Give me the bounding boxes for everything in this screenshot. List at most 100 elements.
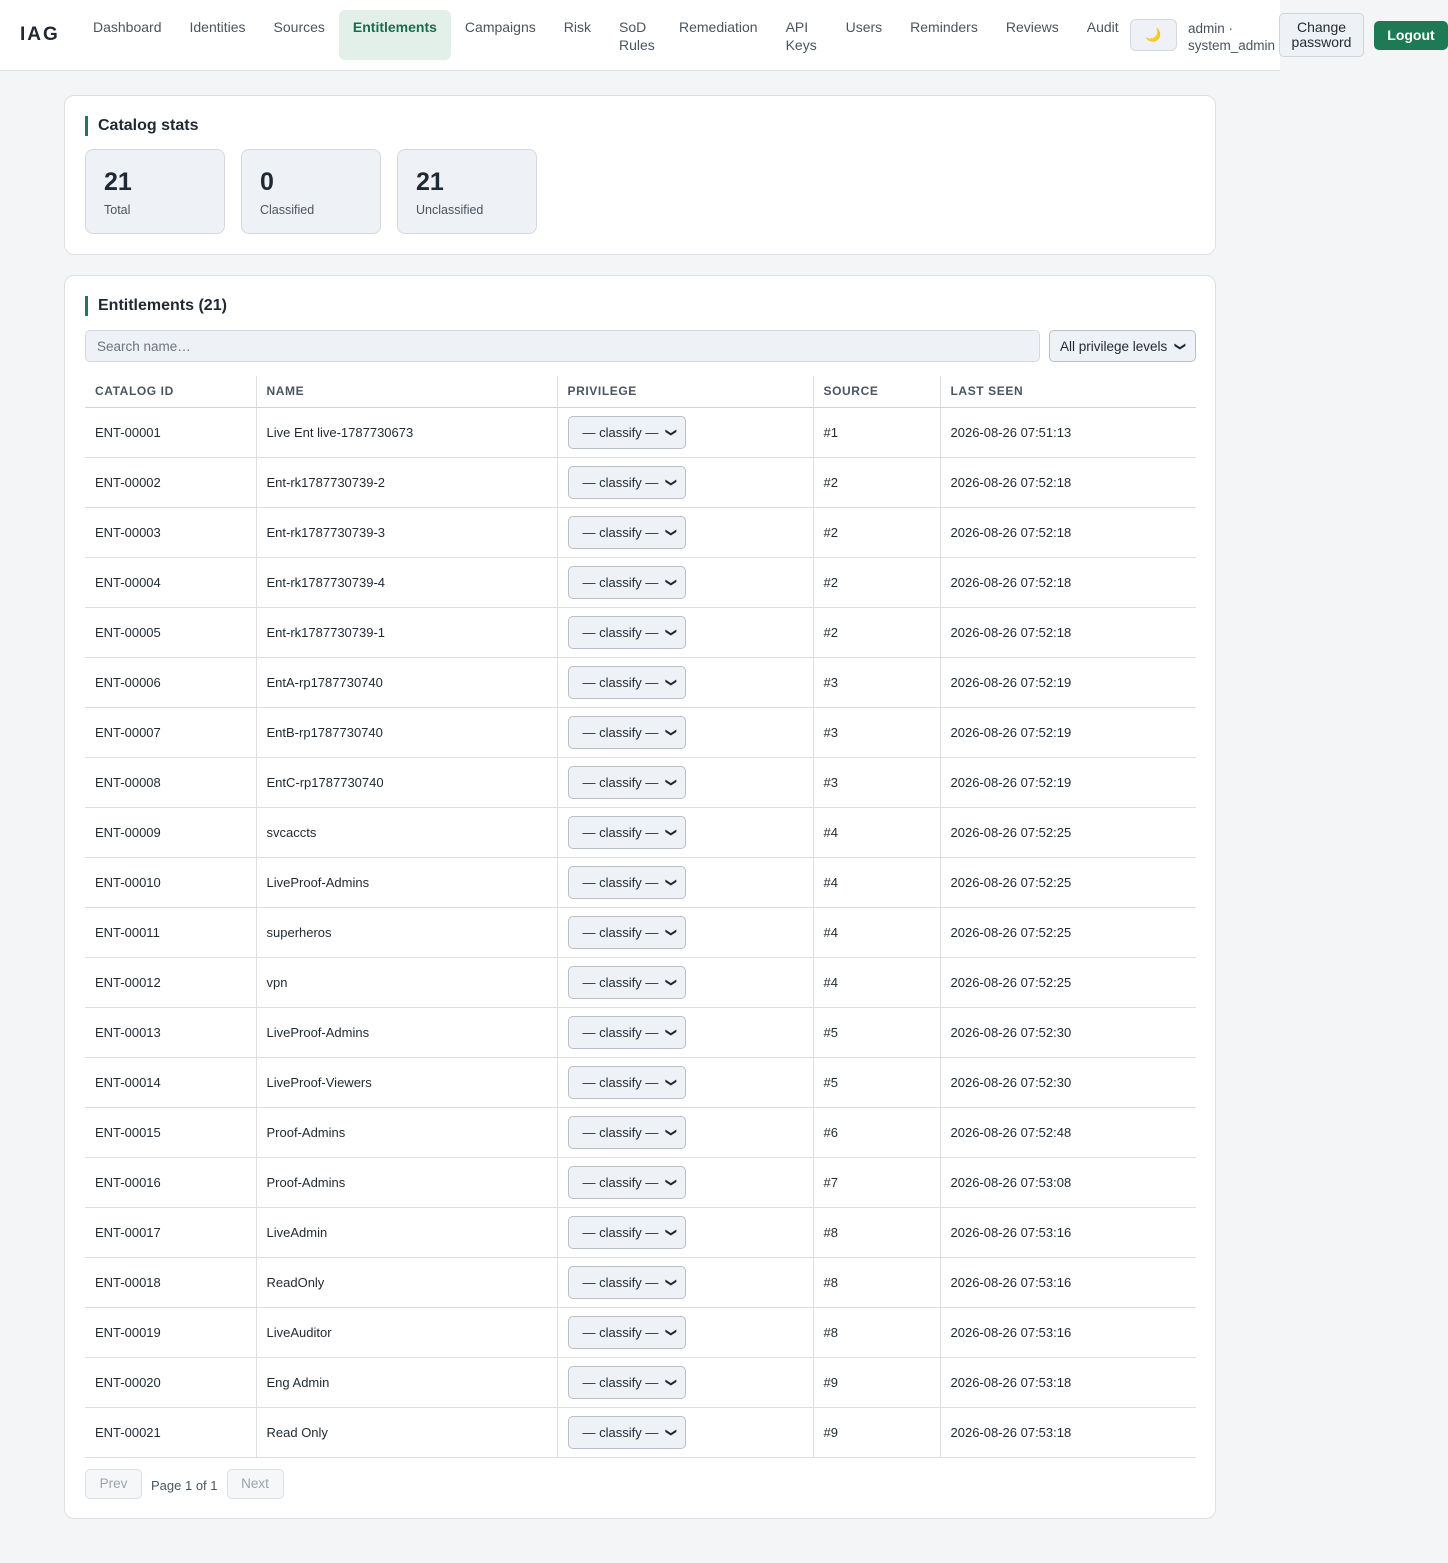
chevron-down-icon: ❯ xyxy=(665,527,678,537)
nav-item-entitlements[interactable]: Entitlements xyxy=(338,10,451,60)
privilege-classify-select[interactable]: — classify — ❯ xyxy=(567,465,686,499)
classify-value: — classify — xyxy=(582,524,659,540)
privilege-classify-select[interactable]: — classify — ❯ xyxy=(567,1015,686,1049)
cell-privilege: — classify — ❯ xyxy=(556,957,813,1008)
nav-item-audit[interactable]: Audit xyxy=(1073,10,1133,44)
column-header-privilege[interactable]: PRIVILEGE xyxy=(556,376,813,408)
nav-item-users[interactable]: Users xyxy=(832,10,897,44)
chevron-down-icon: ❯ xyxy=(665,477,678,487)
cell-source: #8 xyxy=(812,1257,940,1308)
cell-last-seen: 2026-08-26 07:53:16 xyxy=(939,1207,1196,1258)
stat-unclassified: 21 Unclassified xyxy=(397,149,537,234)
search-input[interactable] xyxy=(85,330,1040,362)
cell-catalog-id: ENT-00019 xyxy=(85,1307,256,1358)
privilege-classify-select[interactable]: — classify — ❯ xyxy=(567,415,686,449)
classify-value: — classify — xyxy=(582,1324,659,1340)
nav-item-sources[interactable]: Sources xyxy=(260,10,339,44)
prev-page-button[interactable]: Prev xyxy=(85,1469,142,1499)
cell-last-seen: 2026-08-26 07:52:19 xyxy=(939,657,1196,708)
nav-item-reviews[interactable]: Reviews xyxy=(992,10,1073,44)
next-page-button[interactable]: Next xyxy=(226,1469,284,1499)
cell-last-seen: 2026-08-26 07:52:18 xyxy=(939,607,1196,658)
cell-source: #2 xyxy=(812,557,940,608)
chevron-down-icon: ❯ xyxy=(665,1177,678,1187)
privilege-classify-select[interactable]: — classify — ❯ xyxy=(567,715,686,749)
classify-value: — classify — xyxy=(582,474,659,490)
cell-source: #2 xyxy=(812,457,940,508)
cell-name: LiveProof-Admins xyxy=(255,1007,557,1058)
nav-item-reminders[interactable]: Reminders xyxy=(896,10,992,44)
app-logo[interactable]: IAG xyxy=(20,24,60,46)
nav-item-identities[interactable]: Identities xyxy=(176,10,260,44)
cell-source: #9 xyxy=(812,1357,940,1408)
cell-privilege: — classify — ❯ xyxy=(556,1057,813,1108)
cell-name: Eng Admin xyxy=(255,1357,557,1408)
column-header-source[interactable]: SOURCE xyxy=(812,376,940,408)
classify-value: — classify — xyxy=(582,1074,659,1090)
nav-item-risk[interactable]: Risk xyxy=(550,10,605,44)
stat-total: 21 Total xyxy=(85,149,225,234)
nav-item-campaigns[interactable]: Campaigns xyxy=(451,10,550,44)
privilege-classify-select[interactable]: — classify — ❯ xyxy=(567,915,686,949)
chevron-down-icon: ❯ xyxy=(665,677,678,687)
privilege-classify-select[interactable]: — classify — ❯ xyxy=(567,1165,686,1199)
cell-catalog-id: ENT-00020 xyxy=(85,1357,256,1408)
table-row: ENT-00009 svcaccts — classify — ❯ #4 2026-08-… xyxy=(85,807,1196,858)
privilege-classify-select[interactable]: — classify — ❯ xyxy=(567,965,686,999)
classify-value: — classify — xyxy=(582,1424,659,1440)
cell-name: LiveProof-Admins xyxy=(255,857,557,908)
privilege-classify-select[interactable]: — classify — ❯ xyxy=(567,615,686,649)
cell-source: #1 xyxy=(812,407,940,458)
logout-button[interactable]: Logout xyxy=(1374,21,1448,50)
theme-toggle-button[interactable]: 🌙 xyxy=(1130,19,1177,51)
privilege-classify-select[interactable]: — classify — ❯ xyxy=(567,865,686,899)
privilege-classify-select[interactable]: — classify — ❯ xyxy=(567,515,686,549)
table-row: ENT-00008 EntC-rp1787730740 — classify — ❯ #… xyxy=(85,757,1196,808)
nav-item-dashboard[interactable]: Dashboard xyxy=(79,10,176,44)
top-navbar: IAG Dashboard Identities Sources Entitlemen… xyxy=(0,0,1280,71)
cell-name: EntA-rp1787730740 xyxy=(255,657,557,708)
table-row: ENT-00017 LiveAdmin — classify — ❯ #8 2026-08… xyxy=(85,1207,1196,1258)
privilege-classify-select[interactable]: — classify — ❯ xyxy=(567,1315,686,1349)
cell-name: vpn xyxy=(255,957,557,1008)
cell-last-seen: 2026-08-26 07:52:25 xyxy=(939,807,1196,858)
privilege-classify-select[interactable]: — classify — ❯ xyxy=(567,665,686,699)
cell-privilege: — classify — ❯ xyxy=(556,907,813,958)
cell-last-seen: 2026-08-26 07:52:25 xyxy=(939,907,1196,958)
privilege-classify-select[interactable]: — classify — ❯ xyxy=(567,1215,686,1249)
entitlements-card: Entitlements (21) All privilege levels ❯… xyxy=(64,275,1216,1519)
privilege-filter-value: All privilege levels xyxy=(1060,338,1168,354)
classify-value: — classify — xyxy=(582,1174,659,1190)
cell-privilege: — classify — ❯ xyxy=(556,857,813,908)
cell-last-seen: 2026-08-26 07:52:19 xyxy=(939,707,1196,758)
column-header-name[interactable]: NAME xyxy=(255,376,557,408)
cell-name: Ent-rk1787730739-3 xyxy=(255,507,557,558)
privilege-classify-select[interactable]: — classify — ❯ xyxy=(567,1365,686,1399)
privilege-classify-select[interactable]: — classify — ❯ xyxy=(567,1115,686,1149)
cell-source: #7 xyxy=(812,1157,940,1208)
nav-item-sod-rules[interactable]: SoD Rules xyxy=(605,10,665,62)
nav-item-api-keys[interactable]: API Keys xyxy=(772,10,832,62)
column-header-catalog-id[interactable]: CATALOG ID xyxy=(85,376,256,408)
stat-label: Total xyxy=(104,203,131,217)
column-header-last-seen[interactable]: LAST SEEN xyxy=(939,376,1196,408)
entitlements-title: Entitlements (21) xyxy=(85,296,227,316)
cell-privilege: — classify — ❯ xyxy=(556,1107,813,1158)
privilege-classify-select[interactable]: — classify — ❯ xyxy=(567,565,686,599)
cell-name: EntC-rp1787730740 xyxy=(255,757,557,808)
privilege-classify-select[interactable]: — classify — ❯ xyxy=(567,815,686,849)
privilege-classify-select[interactable]: — classify — ❯ xyxy=(567,1265,686,1299)
chevron-down-icon: ❯ xyxy=(1173,341,1186,351)
privilege-classify-select[interactable]: — classify — ❯ xyxy=(567,1065,686,1099)
classify-value: — classify — xyxy=(582,774,659,790)
chevron-down-icon: ❯ xyxy=(665,1327,678,1337)
privilege-classify-select[interactable]: — classify — ❯ xyxy=(567,765,686,799)
cell-privilege: — classify — ❯ xyxy=(556,407,813,458)
cell-privilege: — classify — ❯ xyxy=(556,1007,813,1058)
change-password-button[interactable]: Change password xyxy=(1279,13,1364,57)
cell-name: LiveAdmin xyxy=(255,1207,557,1258)
nav-item-remediation[interactable]: Remediation xyxy=(665,10,772,44)
privilege-classify-select[interactable]: — classify — ❯ xyxy=(567,1415,686,1449)
privilege-filter-select[interactable]: All privilege levels ❯ xyxy=(1049,330,1196,362)
cell-last-seen: 2026-08-26 07:52:48 xyxy=(939,1107,1196,1158)
